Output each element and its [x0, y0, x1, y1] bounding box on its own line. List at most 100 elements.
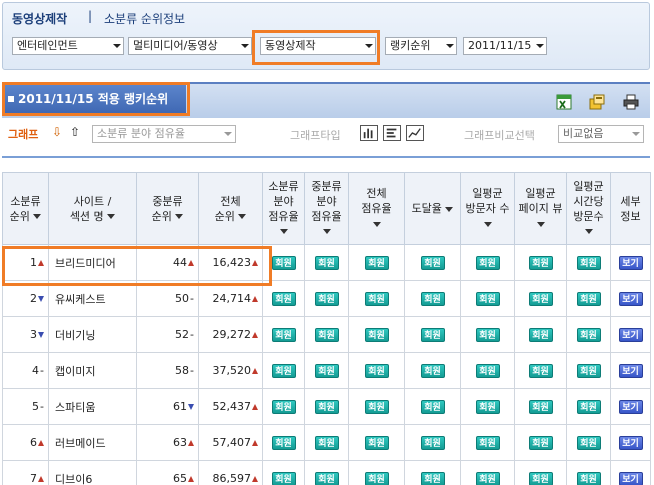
line-chart-icon[interactable] — [406, 125, 424, 141]
rank-cell: 7 — [2, 460, 49, 485]
site-name[interactable]: 스파티움 — [55, 401, 95, 414]
print-icon[interactable] — [623, 94, 639, 110]
member-button[interactable]: 회원 — [576, 327, 601, 342]
col-rank[interactable]: 소분류 순위 — [2, 172, 49, 245]
member-button[interactable]: 회원 — [364, 327, 389, 342]
member-button[interactable]: 회원 — [314, 363, 339, 378]
category2-select[interactable]: 멀티미디어/동영상 — [128, 37, 252, 55]
member-button[interactable]: 회원 — [420, 291, 445, 306]
save-icon[interactable] — [589, 94, 605, 110]
member-button[interactable]: 회원 — [475, 471, 500, 485]
col-sub-share[interactable]: 소분류 분야 점유율 — [262, 172, 305, 245]
col-total-rank[interactable]: 전체 순위 — [198, 172, 263, 245]
member-button[interactable]: 회원 — [420, 255, 445, 270]
member-button[interactable]: 회원 — [576, 399, 601, 414]
col-site[interactable]: 사이트 / 섹션 명 — [48, 172, 137, 245]
col-daily-pageviews[interactable]: 일평균 페이지 뷰 — [514, 172, 567, 245]
sort-icon — [33, 214, 42, 219]
mid-rank-value: 58 — [175, 364, 190, 377]
member-button[interactable]: 회원 — [271, 291, 296, 306]
member-button[interactable]: 회원 — [364, 435, 389, 450]
col-reach[interactable]: 도달율 — [404, 172, 461, 245]
member-button[interactable]: 회원 — [528, 399, 553, 414]
graph-select[interactable]: 소분류 분야 점유율 — [92, 125, 236, 143]
member-button[interactable]: 회원 — [364, 255, 389, 270]
view-button[interactable]: 보기 — [618, 435, 643, 450]
member-button[interactable]: 회원 — [528, 435, 553, 450]
site-cell[interactable]: 캡이미지 — [48, 352, 137, 389]
view-button[interactable]: 보기 — [618, 291, 643, 306]
member-button[interactable]: 회원 — [271, 363, 296, 378]
site-name[interactable]: 캡이미지 — [55, 365, 95, 378]
sort-down-arrow-icon[interactable]: ⇩ — [52, 125, 62, 139]
site-name[interactable]: 디브이6 — [55, 473, 92, 485]
member-button[interactable]: 회원 — [314, 291, 339, 306]
member-button[interactable]: 회원 — [420, 471, 445, 485]
member-button[interactable]: 회원 — [314, 255, 339, 270]
member-button[interactable]: 회원 — [475, 291, 500, 306]
member-button[interactable]: 회원 — [271, 471, 296, 485]
member-button[interactable]: 회원 — [475, 399, 500, 414]
member-button[interactable]: 회원 — [364, 291, 389, 306]
member-button[interactable]: 회원 — [271, 327, 296, 342]
site-cell[interactable]: 디브이6 — [48, 460, 137, 485]
member-button[interactable]: 회원 — [576, 471, 601, 485]
view-button[interactable]: 보기 — [618, 363, 643, 378]
bar-chart-icon[interactable] — [360, 125, 378, 141]
excel-icon[interactable] — [556, 94, 572, 110]
member-button[interactable]: 회원 — [364, 399, 389, 414]
member-button[interactable]: 회원 — [576, 363, 601, 378]
member-button[interactable]: 회원 — [271, 399, 296, 414]
member-button[interactable]: 회원 — [314, 471, 339, 485]
member-cell: 회원 — [460, 352, 515, 389]
site-cell[interactable]: 스파티움 — [48, 388, 137, 425]
member-button[interactable]: 회원 — [364, 363, 389, 378]
view-button[interactable]: 보기 — [618, 399, 643, 414]
site-cell[interactable]: 러브메이드 — [48, 424, 137, 461]
site-name[interactable]: 더비기닝 — [55, 329, 95, 342]
ranking-type-select[interactable]: 랭키순위 — [385, 37, 457, 55]
view-button[interactable]: 보기 — [618, 471, 643, 485]
member-button[interactable]: 회원 — [364, 471, 389, 485]
horizontal-bar-icon[interactable] — [383, 125, 401, 141]
member-button[interactable]: 회원 — [576, 291, 601, 306]
member-button[interactable]: 회원 — [314, 327, 339, 342]
member-cell: 회원 — [460, 244, 515, 281]
member-cell: 회원 — [304, 316, 349, 353]
col-mid-rank[interactable]: 중분류 순위 — [136, 172, 199, 245]
member-button[interactable]: 회원 — [528, 327, 553, 342]
member-button[interactable]: 회원 — [576, 435, 601, 450]
member-button[interactable]: 회원 — [271, 255, 296, 270]
category1-select[interactable]: 엔터테인먼트 — [12, 37, 124, 55]
col-daily-visitors[interactable]: 일평균 방문자 수 — [460, 172, 515, 245]
category2-value: 멀티미디어/동영상 — [133, 39, 218, 52]
date-select[interactable]: 2011/11/15 — [463, 37, 547, 55]
member-button[interactable]: 회원 — [528, 471, 553, 485]
member-button[interactable]: 회원 — [420, 327, 445, 342]
member-button[interactable]: 회원 — [528, 255, 553, 270]
member-button[interactable]: 회원 — [475, 255, 500, 270]
rank-down-icon — [188, 404, 194, 410]
member-button[interactable]: 회원 — [420, 363, 445, 378]
col-total-share[interactable]: 전체 점유율 — [348, 172, 405, 245]
view-button[interactable]: 보기 — [618, 255, 643, 270]
member-button[interactable]: 회원 — [420, 399, 445, 414]
member-button[interactable]: 회원 — [314, 399, 339, 414]
col-mid-share[interactable]: 중분류 분야 점유율 — [304, 172, 349, 245]
member-button[interactable]: 회원 — [475, 327, 500, 342]
site-name[interactable]: 유씨케스트 — [55, 293, 106, 306]
member-button[interactable]: 회원 — [420, 435, 445, 450]
site-name[interactable]: 러브메이드 — [55, 437, 106, 450]
site-cell[interactable]: 더비기닝 — [48, 316, 137, 353]
member-button[interactable]: 회원 — [271, 435, 296, 450]
view-button[interactable]: 보기 — [618, 327, 643, 342]
member-button[interactable]: 회원 — [314, 435, 339, 450]
member-button[interactable]: 회원 — [528, 291, 553, 306]
sort-up-arrow-icon[interactable]: ⇧ — [70, 125, 80, 139]
col-daily-time[interactable]: 일평균 시간당 방문수 — [566, 172, 611, 245]
member-button[interactable]: 회원 — [475, 363, 500, 378]
member-button[interactable]: 회원 — [528, 363, 553, 378]
member-button[interactable]: 회원 — [576, 255, 601, 270]
member-button[interactable]: 회원 — [475, 435, 500, 450]
compare-select[interactable]: 비교없음 — [558, 125, 644, 143]
